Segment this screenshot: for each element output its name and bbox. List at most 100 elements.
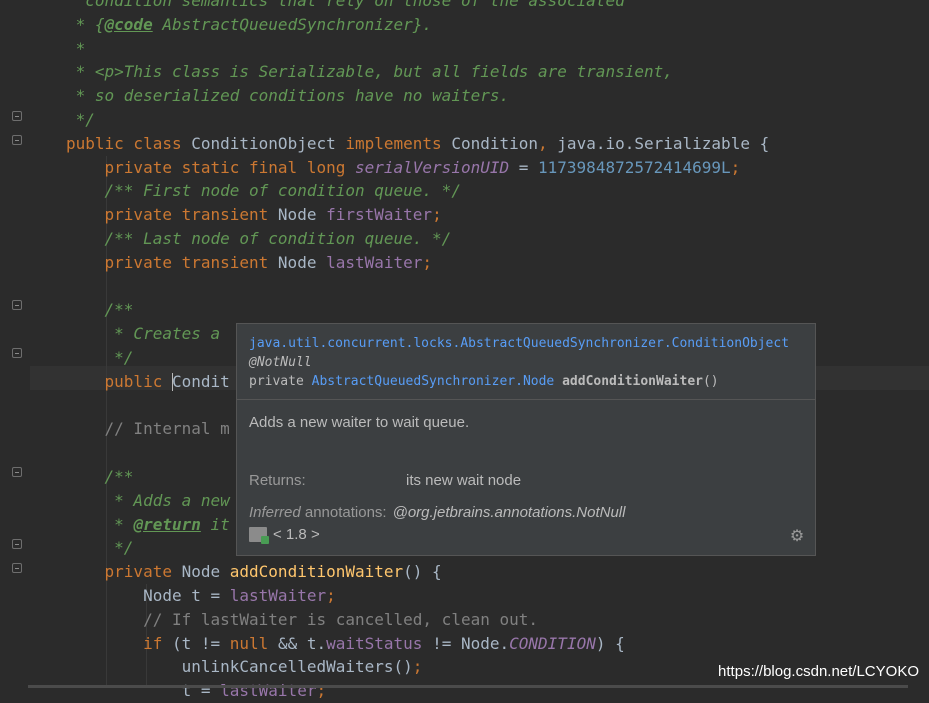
code-token: != Node. <box>422 633 510 653</box>
code-token: private transient <box>66 205 278 225</box>
fold-marker-icon[interactable] <box>12 135 22 145</box>
code-token: * <box>66 38 86 58</box>
annotation-label: @NotNull <box>249 355 312 370</box>
code-token: * Creates a <box>66 324 221 344</box>
code-line[interactable]: * Adds a new <box>66 489 230 513</box>
code-token: java.io.Serializable { <box>557 133 770 153</box>
code-token: serialVersionUID <box>354 157 510 177</box>
code-line[interactable]: public class ConditionObject implements … <box>66 132 769 156</box>
code-line[interactable]: * {@code AbstractQueuedSynchronizer}. <box>66 13 432 37</box>
code-token: waitStatus <box>326 633 423 653</box>
fold-marker-icon[interactable] <box>12 467 22 477</box>
code-token: Node <box>181 562 230 582</box>
returns-label: Returns: <box>249 472 306 489</box>
code-token: condition semantics that rely on those o… <box>66 0 625 10</box>
code-token: * Adds a new <box>66 490 230 510</box>
code-line[interactable]: private static final long serialVersionU… <box>66 156 741 180</box>
fold-marker-icon[interactable] <box>12 563 22 573</box>
code-token: if <box>66 633 172 653</box>
code-token: implements <box>345 133 452 153</box>
inferred-annotations-value: @org.jetbrains.annotations.NotNull <box>392 504 626 521</box>
modifier-text: private <box>249 374 312 389</box>
code-line[interactable]: t = lastWaiter; <box>66 679 327 703</box>
fold-marker-icon[interactable] <box>12 111 22 121</box>
code-token: 1173984872572414699L <box>538 157 731 177</box>
code-token: Condition <box>451 133 539 153</box>
code-token: Node <box>277 252 327 272</box>
code-token: /** First node of condition queue. */ <box>66 181 461 201</box>
code-line[interactable]: condition semantics that rely on those o… <box>66 0 625 13</box>
return-type-link[interactable]: AbstractQueuedSynchronizer.Node <box>312 374 555 389</box>
returns-value: its new wait node <box>406 472 522 489</box>
code-token: */ <box>66 110 95 129</box>
code-line[interactable]: /** First node of condition queue. */ <box>66 179 461 203</box>
code-line[interactable]: if (t != null && t.waitStatus != Node.CO… <box>66 632 625 656</box>
code-token: lastWaiter <box>326 252 423 272</box>
code-token: Node <box>277 205 327 225</box>
code-token: , <box>538 133 558 153</box>
doc-footer: < 1.8 > <box>249 526 320 544</box>
code-token: private static final long <box>66 157 355 177</box>
code-line[interactable]: // Internal m <box>66 417 230 441</box>
gear-icon[interactable]: ⚙ <box>789 529 805 545</box>
qualified-class-link[interactable]: java.util.concurrent.locks.AbstractQueue… <box>249 336 789 351</box>
code-line[interactable]: /** <box>66 298 134 322</box>
code-token: * so deserialized conditions have no wai… <box>66 86 510 106</box>
code-line[interactable]: private transient Node firstWaiter; <box>66 203 442 227</box>
code-token: Node t = <box>66 586 230 605</box>
code-token: null <box>229 633 278 653</box>
fold-marker-icon[interactable] <box>12 539 22 549</box>
code-token: private transient <box>66 252 278 272</box>
code-line[interactable]: * <box>66 37 86 61</box>
code-line[interactable]: private Node addConditionWaiter() { <box>66 560 442 584</box>
code-line[interactable]: * @return it <box>66 513 230 537</box>
code-token: /** Last node of condition queue. */ <box>66 229 452 248</box>
code-token: // If lastWaiter is cancelled, clean out… <box>66 609 539 629</box>
doc-signature: java.util.concurrent.locks.AbstractQueue… <box>237 324 815 400</box>
returns-row: Returns: its new wait node <box>249 470 803 492</box>
quick-documentation-popup[interactable]: java.util.concurrent.locks.AbstractQueue… <box>236 323 816 556</box>
code-token: ; <box>422 252 433 272</box>
code-line[interactable]: private transient Node lastWaiter; <box>66 251 433 275</box>
code-token: public <box>66 371 172 391</box>
code-line[interactable]: unlinkCancelledWaiters(); <box>66 655 423 679</box>
code-token: firstWaiter <box>326 205 433 225</box>
code-line[interactable]: */ <box>66 536 133 560</box>
code-token: lastWaiter <box>229 586 327 605</box>
code-token: ; <box>432 205 442 225</box>
code-token: /** <box>66 300 134 320</box>
code-line[interactable]: public Condit <box>66 370 230 394</box>
fold-marker-icon[interactable] <box>12 300 22 310</box>
library-icon <box>249 527 269 544</box>
code-token: // Internal m <box>66 419 230 439</box>
jdk-version-label[interactable]: < 1.8 > <box>273 526 320 543</box>
code-token: * { <box>66 14 105 34</box>
code-token: public class <box>66 133 192 153</box>
doc-body: Adds a new waiter to wait queue. Returns… <box>237 400 815 534</box>
code-line[interactable]: Node t = lastWaiter; <box>66 584 336 608</box>
fold-marker-icon[interactable] <box>12 348 22 358</box>
code-line[interactable]: // If lastWaiter is cancelled, clean out… <box>66 608 538 632</box>
code-token: AbstractQueuedSynchronizer}. <box>152 14 433 34</box>
method-params: () <box>702 374 719 389</box>
code-token: private <box>66 562 182 582</box>
code-line[interactable]: * so deserialized conditions have no wai… <box>66 84 509 108</box>
code-token: * <box>66 514 134 534</box>
code-token: */ <box>66 538 134 558</box>
code-token: = <box>509 157 539 177</box>
code-token: ConditionObject <box>191 133 346 153</box>
code-token: (t != <box>171 633 230 653</box>
code-token: @code <box>104 14 153 34</box>
code-token: */ <box>66 348 134 367</box>
code-token: Condit <box>171 371 230 391</box>
code-line[interactable]: * <p>This class is Serializable, but all… <box>66 60 673 84</box>
doc-description: Adds a new waiter to wait queue. <box>249 414 470 431</box>
code-line[interactable]: /** <box>66 465 134 489</box>
code-line[interactable]: /** Last node of condition queue. */ <box>66 227 452 251</box>
code-line[interactable]: * Creates a <box>66 322 220 346</box>
code-line[interactable]: */ <box>66 346 133 370</box>
code-token: ; <box>730 157 741 177</box>
code-line[interactable]: */ <box>66 108 95 132</box>
watermark-text: https://blog.csdn.net/LCYOKO <box>718 663 919 680</box>
code-token: * <p>This class is Serializable, but all… <box>66 62 673 82</box>
